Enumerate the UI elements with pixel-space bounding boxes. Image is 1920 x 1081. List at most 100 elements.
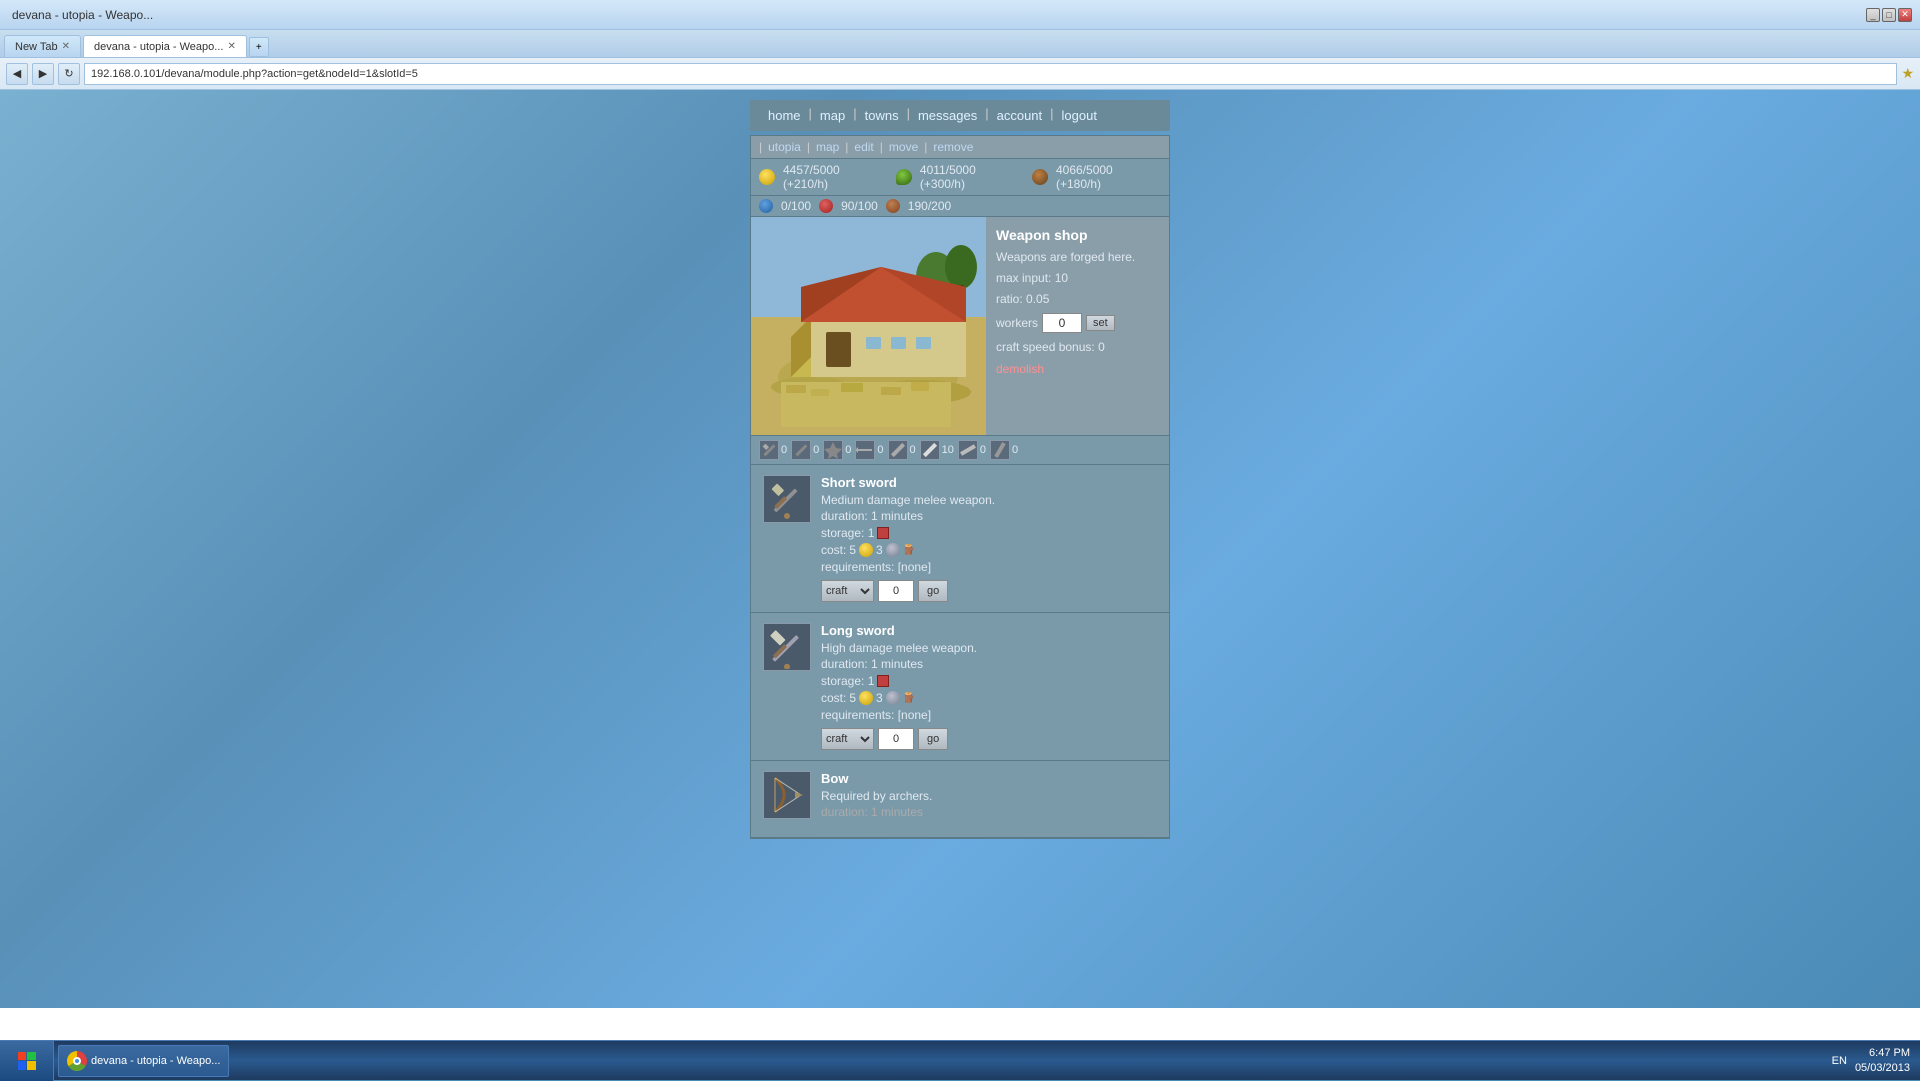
action-move[interactable]: move [889,140,918,154]
gold-value: 4457/5000 (+210/h) [783,163,888,191]
start-button[interactable] [0,1041,54,1081]
short-sword-desc: Medium damage melee weapon. [821,493,1157,507]
taskbar-item-chrome[interactable]: devana - utopia - Weapo... [58,1045,229,1077]
action-edit[interactable]: edit [854,140,873,154]
short-sword-name: Short sword [821,475,1157,490]
action-utopia[interactable]: utopia [768,140,801,154]
short-sword-go-button[interactable]: go [918,580,948,602]
equip-count-6: 10 [942,444,954,456]
building-section: Weapon shop Weapons are forged here. max… [751,217,1169,436]
equip-count-1: 0 [781,444,787,456]
equip-item-7: 0 [958,440,986,460]
long-sword-desc: High damage melee weapon. [821,641,1157,655]
nav-account[interactable]: account [989,106,1051,125]
craft-speed: craft speed bonus: 0 [996,339,1159,356]
bow-duration-partial: duration: 1 minutes [821,805,1157,819]
close-button[interactable]: ✕ [1898,8,1912,22]
equip-count-2: 0 [813,444,819,456]
nav-map[interactable]: map [812,106,853,125]
back-button[interactable]: ◀ [6,63,28,85]
equip-item-8: 0 [990,440,1018,460]
address-bar: ◀ ▶ ↻ ★ [0,58,1920,90]
cost-wood-icon-1: 🪵 [903,545,915,556]
storage-icon-2 [877,675,889,687]
language-indicator: EN [1832,1055,1847,1067]
long-sword-details: Long sword High damage melee weapon. dur… [821,623,1157,750]
cost-gold-icon-1 [859,543,873,557]
maximize-button[interactable]: □ [1882,8,1896,22]
equip-item-3: 0 [823,440,851,460]
taskbar-item-label: devana - utopia - Weapo... [91,1055,220,1067]
short-sword-controls: craft queue go [821,580,1157,602]
action-map[interactable]: map [816,140,839,154]
food-icon [896,169,912,185]
bow-name: Bow [821,771,1157,786]
equip-count-5: 0 [910,444,916,456]
forward-button[interactable]: ▶ [32,63,54,85]
building-max-input: max input: 10 [996,270,1159,287]
equip-icon-6 [920,440,940,460]
equip-item-2: 0 [791,440,819,460]
long-sword-go-button[interactable]: go [918,728,948,750]
tab-newtab-label: New Tab [15,41,58,53]
equip-icon-1 [759,440,779,460]
long-sword-requirements: requirements: [none] [821,708,1157,722]
building-info: Weapon shop Weapons are forged here. max… [986,217,1169,435]
unit-bar: 0/100 90/100 190/200 [751,196,1169,217]
bookmark-icon[interactable]: ★ [1901,65,1914,82]
cost-iron-icon-1 [886,543,900,557]
browser-titlebar: devana - utopia - Weapo... _ □ ✕ [0,0,1920,30]
equip-count-7: 0 [980,444,986,456]
window-controls: _ □ ✕ [1866,8,1912,22]
long-sword-qty-input[interactable] [878,728,914,750]
tab-newtab-close[interactable]: ✕ [62,41,70,52]
taskbar-items: devana - utopia - Weapo... [54,1045,1822,1077]
nav-menu: home | map | towns | messages | account … [750,100,1170,131]
long-sword-duration: duration: 1 minutes [821,657,1157,671]
equip-icon-3 [823,440,843,460]
nav-towns[interactable]: towns [857,106,907,125]
unit2-icon [819,199,833,213]
short-sword-duration: duration: 1 minutes [821,509,1157,523]
workers-input[interactable] [1042,313,1082,333]
building-description: Weapons are forged here. [996,249,1159,266]
new-tab-button[interactable]: + [249,37,269,57]
equip-count-8: 0 [1012,444,1018,456]
nav-messages[interactable]: messages [910,106,985,125]
bow-desc: Required by archers. [821,789,1157,803]
resource-bar: 4457/5000 (+210/h) 4011/5000 (+300/h) 40… [751,159,1169,196]
cost-iron-icon-2 [886,691,900,705]
short-sword-icon [763,475,811,523]
short-sword-craft-select[interactable]: craft queue [821,580,874,602]
cost-wood-icon-2: 🪵 [903,693,915,704]
long-sword-craft-select[interactable]: craft queue [821,728,874,750]
tab-bar: New Tab ✕ devana - utopia - Weapo... ✕ + [0,30,1920,58]
tab-game-close[interactable]: ✕ [227,41,235,52]
short-sword-qty-input[interactable] [878,580,914,602]
address-input[interactable] [84,63,1897,85]
tab-newtab[interactable]: New Tab ✕ [4,35,81,57]
action-remove[interactable]: remove [933,140,973,154]
nav-logout[interactable]: logout [1054,106,1105,125]
equip-icon-4 [855,440,875,460]
clock: 6:47 PM 05/03/2013 [1855,1046,1910,1075]
refresh-button[interactable]: ↻ [58,63,80,85]
nav-home[interactable]: home [760,106,809,125]
long-sword-name: Long sword [821,623,1157,638]
unit3-icon [886,199,900,213]
tab-game[interactable]: devana - utopia - Weapo... ✕ [83,35,247,57]
set-workers-button[interactable]: set [1086,315,1115,331]
windows-logo [18,1052,36,1070]
equip-item-6: 10 [920,440,954,460]
long-sword-storage: storage: 1 [821,674,1157,688]
action-bar: | utopia | map | edit | move | remove [751,136,1169,159]
chrome-icon [67,1051,87,1071]
unit1-icon [759,199,773,213]
minimize-button[interactable]: _ [1866,8,1880,22]
wood-icon [1032,169,1048,185]
demolish-link[interactable]: demolish [996,362,1159,376]
page-content: home | map | towns | messages | account … [0,90,1920,1008]
unit2-value: 90/100 [841,199,878,213]
food-value: 4011/5000 (+300/h) [920,163,1024,191]
bow-icon [763,771,811,819]
